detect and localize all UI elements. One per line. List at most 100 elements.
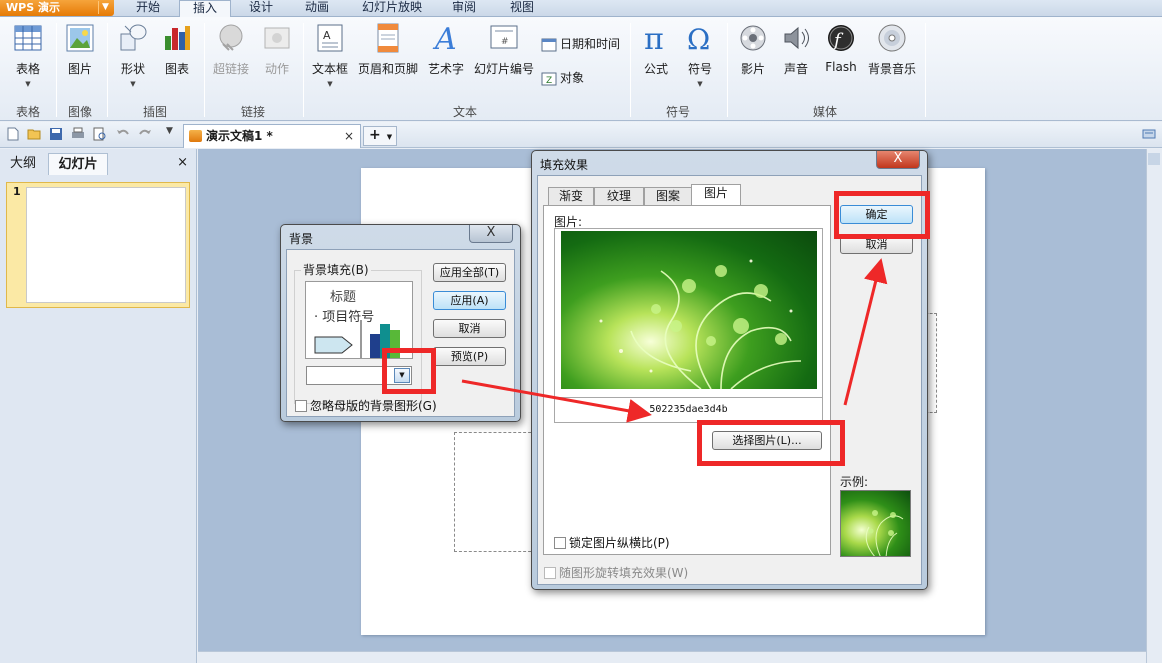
flash-button[interactable]: f Flash — [822, 22, 860, 74]
header-footer-button[interactable]: 页眉和页脚 — [356, 22, 420, 77]
hyperlink-icon — [219, 24, 243, 51]
preview-button[interactable]: 预览(P) — [433, 347, 506, 366]
scroll-up-arrow-icon[interactable] — [1148, 153, 1160, 165]
tab-slides[interactable]: 幻灯片 — [48, 153, 108, 175]
tab-design[interactable]: 设计 — [240, 0, 282, 17]
table-button[interactable]: 表格 ▼ — [8, 22, 48, 88]
tab-texture[interactable]: 纹理 — [594, 187, 644, 206]
undo-icon[interactable] — [116, 127, 130, 141]
checkbox-box[interactable] — [554, 537, 566, 549]
slide-thumbnail-preview — [26, 187, 186, 303]
slide-thumbnail-number: 1 — [13, 185, 21, 198]
document-tab-close-icon[interactable]: × — [344, 125, 354, 147]
ribbon-insert: 表格 ▼ 表格 图片 图像 形状 ▼ 图表 插图 超链接 动作 链接 A 文本框… — [0, 17, 1162, 121]
tab-picture[interactable]: 图片 — [691, 184, 741, 206]
preview-arrow-shape — [314, 336, 353, 354]
document-tab-title: 演示文稿1 * — [206, 129, 273, 143]
textbox-button[interactable]: A 文本框 ▼ — [309, 22, 351, 88]
group-label-table: 表格 — [15, 105, 40, 119]
print-icon[interactable] — [71, 127, 85, 141]
tab-outline[interactable]: 大纲 — [4, 153, 42, 175]
apply-button[interactable]: 应用(A) — [433, 291, 506, 310]
document-tab[interactable]: 演示文稿1 * × — [183, 124, 361, 148]
formula-button[interactable]: π 公式 — [636, 22, 676, 77]
ribbon-toggle-icon[interactable] — [1142, 127, 1156, 141]
preview-chart-bar-1 — [370, 334, 380, 358]
picture-button[interactable]: 图片 — [62, 22, 98, 77]
slide-navigation-pane: 大纲 幻灯片 × 1 — [0, 149, 197, 663]
ignore-master-background-checkbox[interactable]: 忽略母版的背景图形(G) — [295, 397, 437, 414]
shape-button-label: 形状 — [120, 62, 145, 76]
movie-button[interactable]: 影片 — [735, 22, 771, 77]
app-menu-button[interactable]: WPS 演示 ▼ — [0, 0, 114, 16]
shape-button[interactable]: 形状 ▼ — [114, 22, 152, 88]
tab-pattern[interactable]: 图案 — [644, 187, 692, 206]
pi-icon: π — [644, 22, 664, 54]
wordart-icon: A — [432, 22, 457, 54]
table-button-label: 表格 — [15, 62, 40, 76]
action-button[interactable]: 动作 — [258, 22, 296, 77]
tab-gradient[interactable]: 渐变 — [548, 187, 594, 206]
tab-review[interactable]: 审阅 — [443, 0, 485, 17]
datetime-button[interactable]: 日期和时间 — [541, 35, 620, 52]
lock-aspect-ratio-label: 锁定图片纵横比(P) — [569, 536, 670, 550]
fill-effects-close-button[interactable]: X — [876, 151, 920, 169]
movie-button-label: 影片 — [740, 62, 765, 76]
redo-icon[interactable] — [138, 127, 152, 141]
rotate-with-shape-label: 随图形旋转填充效果(W) — [559, 566, 689, 580]
tab-slideshow[interactable]: 幻灯片放映 — [356, 0, 428, 17]
sound-button[interactable]: 声音 — [778, 22, 814, 77]
svg-text:A: A — [432, 22, 457, 54]
new-tab-dropdown-icon[interactable]: ▼ — [387, 133, 392, 141]
pane-close-icon[interactable]: × — [177, 155, 188, 170]
sample-preview — [840, 490, 911, 557]
content-placeholder[interactable] — [454, 432, 536, 552]
tab-insert[interactable]: 插入 — [179, 0, 231, 17]
slide-number-icon: # — [490, 25, 518, 49]
tab-view[interactable]: 视图 — [501, 0, 543, 17]
cd-icon — [878, 24, 906, 52]
object-button[interactable]: Z 对象 — [541, 69, 584, 86]
app-menu-dropdown-icon[interactable]: ▼ — [98, 1, 112, 14]
group-label-image: 图像 — [67, 105, 92, 119]
new-document-icon[interactable] — [6, 127, 20, 141]
slide-thumbnail[interactable]: 1 — [6, 182, 190, 308]
tab-animation[interactable]: 动画 — [296, 0, 338, 17]
wordart-button[interactable]: A 艺术字 — [425, 22, 467, 77]
picture-button-label: 图片 — [67, 62, 92, 76]
symbol-button[interactable]: Ω 符号 ▼ — [680, 22, 720, 88]
apply-all-button[interactable]: 应用全部(T) — [433, 263, 506, 282]
datetime-icon — [541, 38, 557, 51]
preview-title-text: 标题 — [330, 290, 357, 305]
picture-preview-image — [561, 231, 817, 389]
rotate-with-shape-checkbox[interactable]: 随图形旋转填充效果(W) — [544, 564, 688, 581]
group-separator — [925, 23, 926, 117]
print-preview-icon[interactable] — [93, 127, 107, 141]
shape-icon — [120, 24, 147, 51]
lock-aspect-ratio-checkbox[interactable]: 锁定图片纵横比(P) — [554, 534, 670, 551]
highlight-box-ok-button — [834, 191, 930, 239]
cancel-button[interactable]: 取消 — [433, 319, 506, 338]
save-icon[interactable] — [49, 127, 63, 141]
checkbox-box[interactable] — [544, 567, 556, 579]
tab-start[interactable]: 开始 — [124, 0, 172, 17]
swirl-hearts-image — [599, 259, 802, 389]
slide-number-button[interactable]: # 幻灯片编号 — [472, 22, 536, 77]
vertical-scrollbar[interactable] — [1146, 149, 1162, 663]
quick-access-bar: ▼ 演示文稿1 * × + ▼ — [0, 122, 1162, 148]
background-dialog-close-button[interactable]: X — [469, 225, 513, 243]
group-separator — [107, 23, 108, 117]
checkbox-box[interactable] — [295, 400, 307, 412]
chart-button[interactable]: 图表 — [158, 22, 196, 77]
quick-bar-customize-icon[interactable]: ▼ — [166, 126, 173, 136]
film-icon — [740, 25, 766, 51]
ignore-master-label: 忽略母版的背景图形(G) — [310, 399, 437, 413]
new-tab-button[interactable]: + ▼ — [363, 126, 397, 146]
highlight-box-combobox-arrow — [382, 348, 436, 394]
bg-music-button[interactable]: 背景音乐 — [866, 22, 918, 77]
group-separator — [727, 23, 728, 117]
hyperlink-button[interactable]: 超链接 — [210, 22, 252, 77]
open-folder-icon[interactable] — [27, 127, 41, 141]
horizontal-scrollbar[interactable] — [198, 651, 1146, 663]
group-label-link: 链接 — [240, 105, 265, 119]
